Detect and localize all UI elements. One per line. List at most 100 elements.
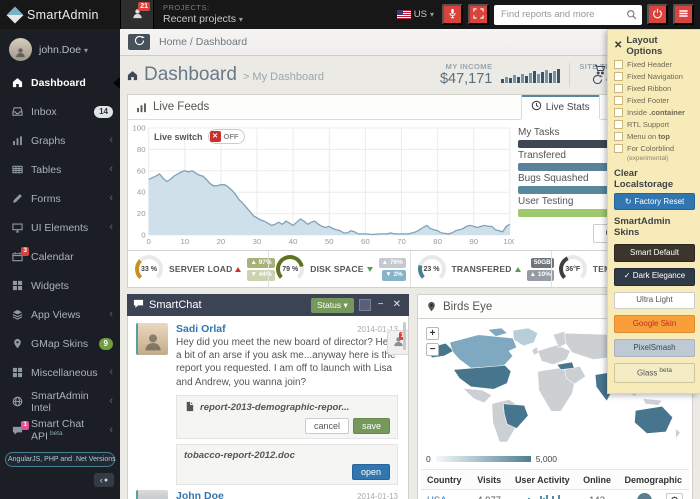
save-button[interactable]: save [353, 418, 390, 434]
sidebar-item-dashboard[interactable]: Dashboard [0, 68, 120, 97]
country-link[interactable]: USA [427, 495, 447, 499]
stat-knob[interactable] [135, 255, 163, 283]
checkbox[interactable] [614, 132, 623, 141]
trend-down-icon [367, 267, 373, 272]
stat-knob[interactable] [559, 255, 587, 283]
chat-scrollbar[interactable] [403, 322, 406, 350]
layout-option-rtl-support[interactable]: RTL Support [614, 120, 695, 129]
layout-option-menu-on-top[interactable]: Menu on top [614, 132, 695, 141]
layout-option-fixed-ribbon[interactable]: Fixed Ribbon [614, 84, 695, 93]
chat-body: 1 Sadi Orlaf2014-01-13Hey did you meet t… [127, 316, 409, 499]
header-actions: US ▾ [397, 4, 700, 25]
checkbox[interactable] [614, 120, 623, 129]
checkbox[interactable] [614, 72, 623, 81]
projects-dropdown[interactable]: PROJECTS: Recent projects ▾ [163, 4, 243, 25]
sidebar-item-inbox[interactable]: Inbox14 [0, 97, 120, 126]
checkbox[interactable] [614, 96, 623, 105]
sidebar-item-smart-chat-api[interactable]: 1Smart Chat APIbeta‹ [0, 416, 120, 445]
power-icon [652, 7, 663, 22]
open-button[interactable]: open [352, 464, 390, 480]
stat-badges: ▲ 76%▼ 3% [379, 258, 406, 281]
breadcrumb: Home / Dashboard [159, 36, 247, 48]
live-switch-toggle[interactable]: ✕OFF [208, 129, 245, 144]
chat-status-button[interactable]: Status ▾ [311, 298, 354, 313]
fullscreen-button[interactable] [468, 4, 489, 25]
sidebar-item-gmap-skins[interactable]: GMap Skins9 [0, 329, 120, 358]
layout-option-fixed-footer[interactable]: Fixed Footer [614, 96, 695, 105]
tab-live-stats[interactable]: Live Stats [521, 95, 600, 119]
checkbox[interactable] [614, 108, 623, 117]
demographic-pie [637, 493, 652, 499]
minify-nav-button[interactable]: ‹● [94, 473, 114, 487]
factory-reset-button[interactable]: ↻Factory Reset [614, 193, 695, 210]
layout-option-for-colorblind[interactable]: For Colorblind [614, 144, 695, 153]
skin-smart-default[interactable]: Smart Default [614, 244, 695, 262]
menu-button[interactable] [673, 4, 694, 25]
chat-collapse-box[interactable] [359, 299, 371, 311]
skin-google-skin[interactable]: Google Skin [614, 315, 695, 333]
skin-dark-elegance[interactable]: ✓ Dark Elegance [614, 268, 695, 286]
search-input[interactable] [501, 9, 626, 20]
option-label: Inside .container [627, 108, 685, 117]
map-legend: 0 5,000 [421, 451, 689, 469]
activity-cell [508, 490, 576, 499]
smartchat-title: SmartChat [149, 299, 202, 311]
svg-text:50: 50 [325, 237, 334, 246]
map-pin-icon [426, 301, 437, 312]
column-header-country[interactable]: Country [421, 470, 471, 490]
logo[interactable]: SmartAdmin [0, 8, 120, 22]
cancel-button[interactable]: cancel [305, 418, 349, 434]
legend-gradient [436, 456, 531, 462]
sidebar-item-miscellaneous[interactable]: Miscellaneous‹ [0, 358, 120, 387]
skin-glass[interactable]: Glassbeta [614, 363, 695, 383]
layout-option-fixed-navigation[interactable]: Fixed Navigation [614, 72, 695, 81]
language-selector[interactable]: US ▾ [397, 9, 434, 20]
sidebar-item-calendar[interactable]: 3Calendar [0, 242, 120, 271]
income-value: $47,171 [440, 71, 492, 88]
table-row: USA4,977143⚙ [421, 490, 689, 499]
sidebar-item-graphs[interactable]: Graphs‹ [0, 126, 120, 155]
column-header-demographic[interactable]: Demographic [618, 470, 689, 490]
versions-pill[interactable]: AngularJS, PHP and .Net Versions [5, 452, 115, 467]
reset-widgets-button[interactable] [128, 34, 150, 50]
stat-knob[interactable] [276, 255, 304, 283]
sidebar-item-smartadmin-intel[interactable]: SmartAdmin Intel‹ [0, 387, 120, 416]
row-settings-button[interactable]: ⚙ [666, 493, 683, 499]
close-icon[interactable]: ✕ [614, 41, 622, 51]
skin-pixelsmash[interactable]: PixelSmash [614, 339, 695, 357]
message-author-link[interactable]: Sadi Orlaf [176, 323, 226, 335]
map-zoom-out-button[interactable]: − [426, 343, 439, 356]
sidebar-item-ui-elements[interactable]: UI Elements‹ [0, 213, 120, 242]
stat-label: SERVER LOAD [169, 264, 241, 274]
logout-button[interactable] [647, 4, 668, 25]
layout-option-inside-container[interactable]: Inside .container [614, 108, 695, 117]
checkbox[interactable] [614, 144, 623, 153]
stat-knob[interactable] [418, 255, 446, 283]
column-header-visits[interactable]: Visits [471, 470, 508, 490]
sidebar-item-widgets[interactable]: Widgets [0, 271, 120, 300]
chat-close-button[interactable]: ✕ [391, 300, 403, 310]
projects-value: Recent projects ▾ [163, 13, 243, 25]
sidebar-item-label: Smart Chat APIbeta [31, 418, 102, 443]
sidebar-item-app-views[interactable]: App Views‹ [0, 300, 120, 329]
checkbox[interactable] [614, 60, 623, 69]
sidebar-item-tables[interactable]: Tables‹ [0, 155, 120, 184]
skin-ultra-light[interactable]: Ultra Light [614, 292, 695, 310]
map-zoom-in-button[interactable]: + [426, 327, 439, 340]
svg-text:40: 40 [289, 237, 298, 246]
message-author-link[interactable]: John Doe [176, 490, 224, 499]
voice-command-button[interactable] [442, 4, 463, 25]
sidebar-user[interactable]: john.Doe ▾ [0, 29, 120, 68]
us-flag-icon [397, 10, 411, 19]
online-cell: 143 [577, 490, 618, 499]
hamburger-icon [678, 7, 689, 22]
sidebar-item-forms[interactable]: Forms‹ [0, 184, 120, 213]
chat-minimize-button[interactable]: − [376, 300, 386, 310]
layout-option-fixed-header[interactable]: Fixed Header [614, 60, 695, 69]
search-icon[interactable] [626, 9, 637, 20]
activity-button[interactable]: 21 [120, 0, 154, 29]
top-header: SmartAdmin 21 PROJECTS: Recent projects … [0, 0, 700, 29]
column-header-user-activity[interactable]: User Activity [508, 470, 576, 490]
checkbox[interactable] [614, 84, 623, 93]
column-header-online[interactable]: Online [577, 470, 618, 490]
